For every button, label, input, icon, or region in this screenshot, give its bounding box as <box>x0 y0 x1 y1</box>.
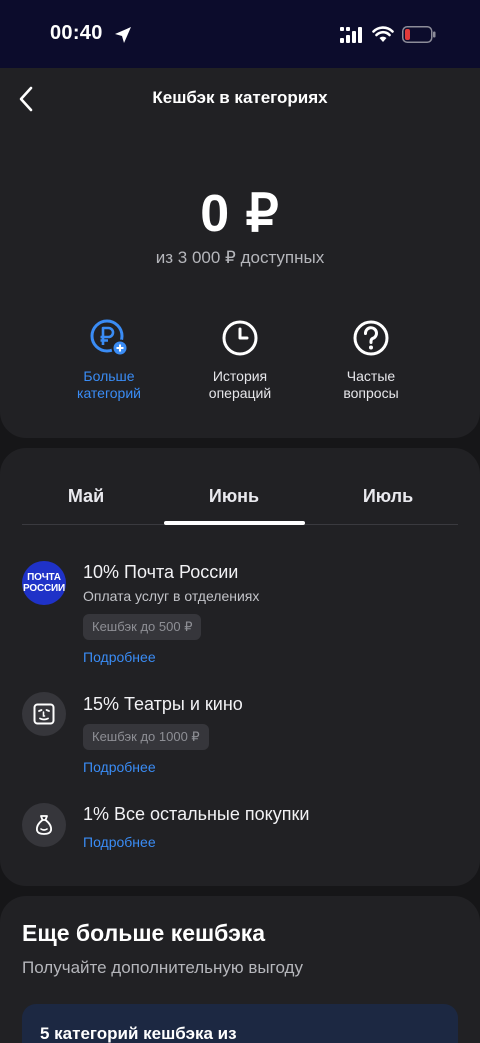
battery-low-icon <box>402 26 436 43</box>
wifi-icon <box>372 26 394 42</box>
category-title: 15% Театры и кино <box>83 694 243 714</box>
tab-may[interactable]: Май <box>16 486 156 507</box>
tab-july[interactable]: Июль <box>318 486 458 507</box>
categories-card: Май Июнь Июль ПОЧТА РОССИИ 10% Почта Рос… <box>0 448 480 886</box>
money-bag-icon <box>22 803 66 847</box>
faq-button[interactable]: Частые вопросы <box>306 318 436 402</box>
question-icon <box>353 320 389 356</box>
location-arrow-icon <box>115 27 131 43</box>
promo-offer-text: 5 категорий кешбэка из <box>40 1024 237 1043</box>
category-title: 1% Все остальные покупки <box>83 804 310 824</box>
cashback-summary-card: Кешбэк в категориях 0 ₽ из 3 000 ₽ досту… <box>0 68 480 438</box>
details-link[interactable]: Подробнее <box>83 759 156 775</box>
details-link[interactable]: Подробнее <box>83 834 156 850</box>
more-categories-button[interactable]: Больше категорий <box>44 318 174 402</box>
more-categories-label: Больше категорий <box>77 368 141 401</box>
tab-selected-indicator <box>164 521 305 525</box>
status-time: 00:40 <box>50 22 103 44</box>
history-button[interactable]: История операций <box>175 318 305 402</box>
promo-title: Еще больше кешбэка <box>22 920 266 946</box>
cashback-limit-chip: Кешбэк до 500 ₽ <box>83 614 202 640</box>
category-subtitle: Оплата услуг в отделениях <box>83 588 260 604</box>
faq-label: Частые вопросы <box>343 368 399 401</box>
history-label: История операций <box>208 368 272 401</box>
status-bar: 00:40 <box>0 0 480 68</box>
cashback-available: из 3 000 ₽ доступных <box>155 248 325 267</box>
promo-subtitle: Получайте дополнительную выгоду <box>22 958 303 977</box>
cashback-limit-chip: Кешбэк до 1000 ₽ <box>83 724 209 750</box>
pochta-logo: ПОЧТА РОССИИ <box>22 561 66 605</box>
cashback-amount: 0 ₽ <box>200 185 280 243</box>
promo-offer-card[interactable]: 5 категорий кешбэка из <box>22 1004 458 1043</box>
more-cashback-card: Еще больше кешбэка Получайте дополнитель… <box>0 896 480 1043</box>
ruble-plus-icon <box>90 319 129 357</box>
clock-icon <box>222 320 258 356</box>
details-link[interactable]: Подробнее <box>83 649 156 665</box>
signal-icon <box>340 27 362 43</box>
cinema-face-icon <box>22 692 66 736</box>
category-title: 10% Почта России <box>83 562 239 582</box>
page-title: Кешбэк в категориях <box>152 88 328 107</box>
tab-june[interactable]: Июнь <box>164 486 304 507</box>
